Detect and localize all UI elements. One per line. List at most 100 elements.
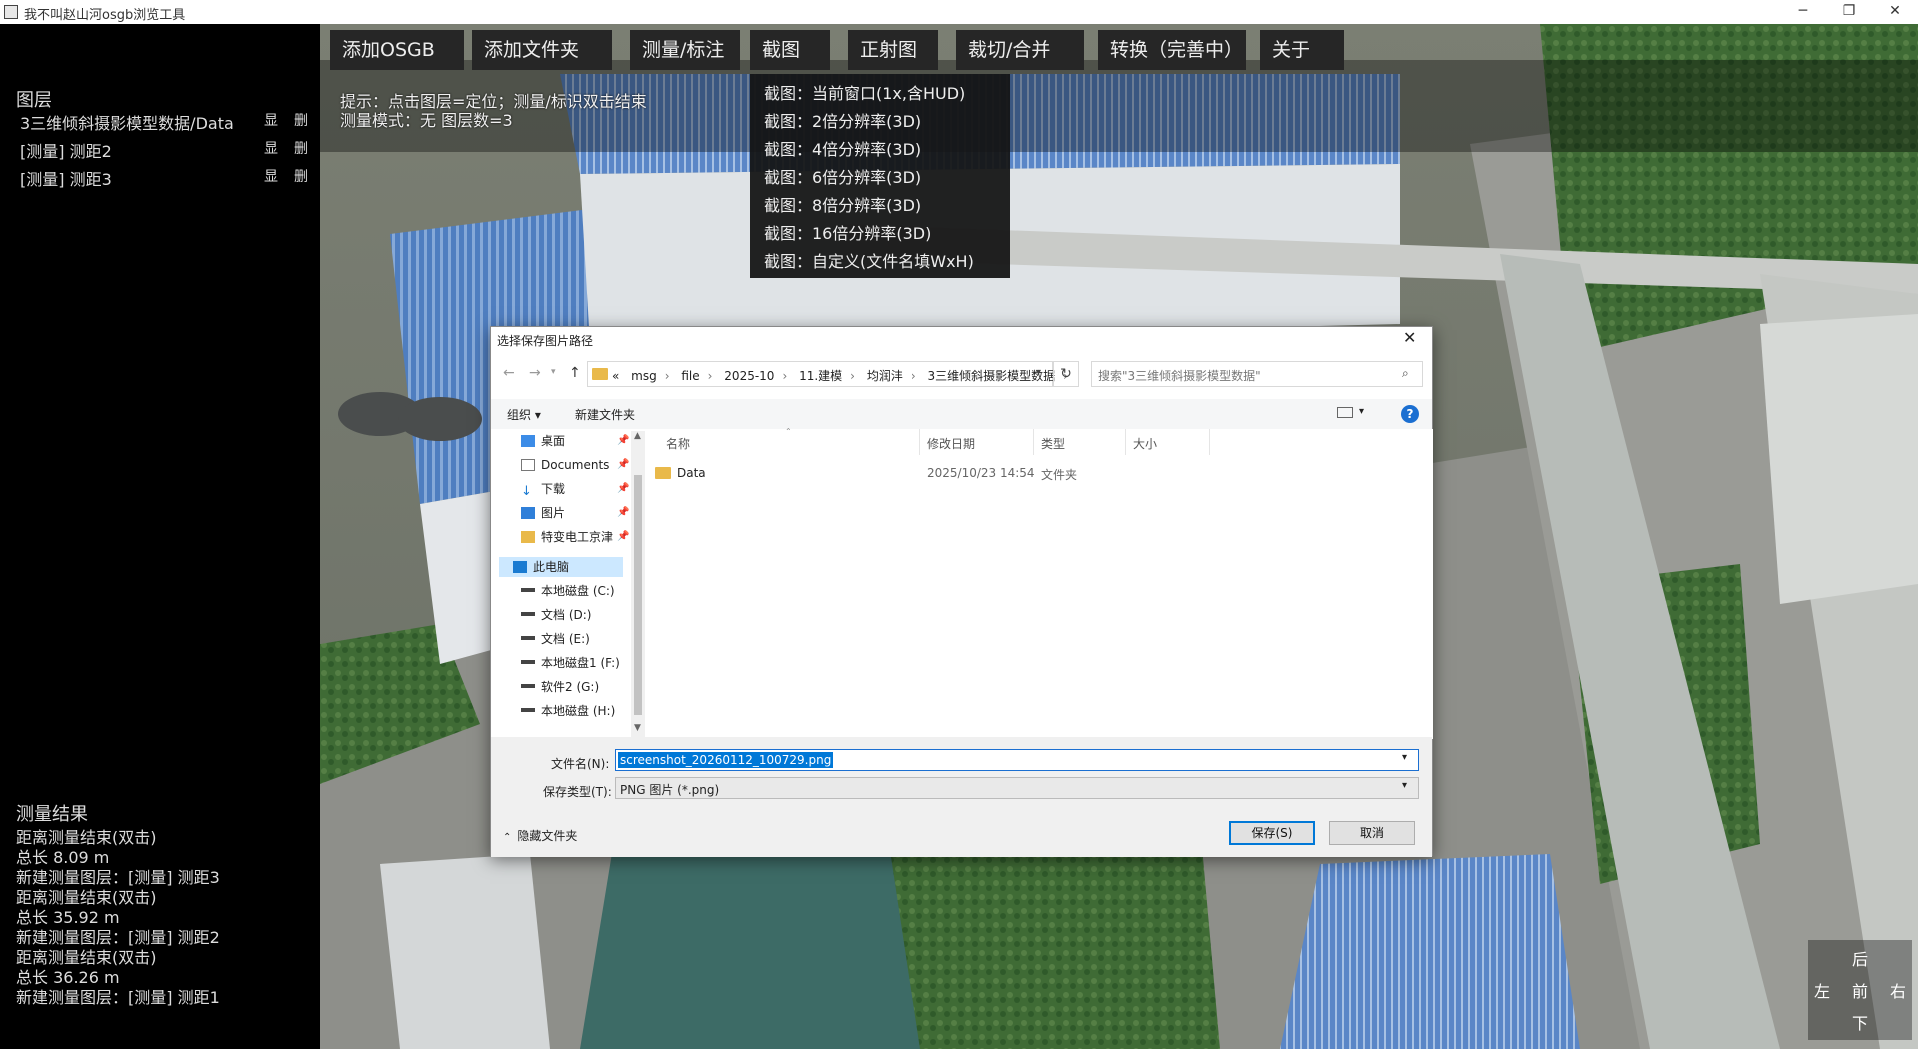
column-header-name[interactable]: 名称 <box>666 435 690 452</box>
menu-item-screenshot-current[interactable]: 截图：当前窗口(1x,含HUD) <box>764 80 965 104</box>
hide-folders-toggle[interactable]: ⌃ 隐藏文件夹 <box>503 827 577 847</box>
nav-item-drive[interactable]: 文档 (E:) <box>521 629 590 649</box>
back-arrow-icon[interactable]: ← <box>503 365 515 381</box>
scroll-down-icon[interactable]: ▼ <box>634 723 641 733</box>
menu-item-screenshot-2x[interactable]: 截图：2倍分辨率(3D) <box>764 108 921 132</box>
compass-down-button[interactable]: 下 <box>1852 1010 1868 1034</box>
cancel-button[interactable]: 取消 <box>1329 821 1415 845</box>
column-header-size[interactable]: 大小 <box>1133 435 1157 452</box>
breadcrumb-item[interactable]: 均润沣 <box>867 369 903 383</box>
breadcrumb-item[interactable]: 2025-10 <box>724 369 774 383</box>
nav-item-drive[interactable]: 本地磁盘1 (F:) <box>521 653 620 673</box>
breadcrumb-overflow[interactable]: « <box>612 369 619 383</box>
menu-add-folder[interactable]: 添加文件夹 <box>472 30 612 70</box>
menu-item-screenshot-4x[interactable]: 截图：4倍分辨率(3D) <box>764 136 921 160</box>
result-line: 新建测量图层：[测量] 测距3 <box>16 868 220 887</box>
filetype-select[interactable]: PNG 图片 (*.png) ▾ <box>615 777 1419 799</box>
menu-screenshot[interactable]: 截图 <box>750 30 830 70</box>
refresh-icon[interactable]: ↻ <box>1053 361 1079 387</box>
forward-arrow-icon[interactable]: → <box>529 365 541 381</box>
recent-dropdown-icon[interactable]: ▾ <box>551 367 556 377</box>
column-separator[interactable] <box>1209 429 1210 455</box>
search-box[interactable]: 搜索"3三维倾斜摄影模型数据" ⌕ <box>1091 361 1423 387</box>
organize-button[interactable]: 组织 ▾ <box>507 406 541 423</box>
address-dropdown-icon[interactable]: ▾ <box>1036 367 1041 378</box>
column-header-date[interactable]: 修改日期 <box>927 435 975 452</box>
layer-name[interactable]: 3三维倾斜摄影模型数据/Data <box>20 110 234 134</box>
address-bar[interactable]: « msg › file › 2025-10 › 11.建模 › 均润沣 › 3三维倾斜摄… <box>587 361 1068 387</box>
minimize-button[interactable]: ─ <box>1780 0 1826 24</box>
folder-icon <box>592 368 608 380</box>
save-button[interactable]: 保存(S) <box>1229 821 1315 845</box>
layer-delete-button[interactable]: 删 <box>294 166 308 186</box>
nav-item-desktop[interactable]: 桌面 📌 <box>521 431 629 451</box>
nav-item-drive[interactable]: 文档 (D:) <box>521 605 591 625</box>
filename-input[interactable]: screenshot_20260112_100729.png ▾ <box>615 749 1419 771</box>
scroll-up-icon[interactable]: ▲ <box>634 431 641 441</box>
download-icon: ↓ <box>521 484 532 499</box>
compass-right-button[interactable]: 右 <box>1890 978 1906 1002</box>
menu-item-screenshot-6x[interactable]: 截图：6倍分辨率(3D) <box>764 164 921 188</box>
result-line: 总长 35.92 m <box>16 908 120 927</box>
menu-item-screenshot-8x[interactable]: 截图：8倍分辨率(3D) <box>764 192 921 216</box>
column-separator[interactable] <box>919 429 920 455</box>
search-placeholder: 搜索"3三维倾斜摄影模型数据" <box>1098 369 1261 383</box>
view-mode-dropdown[interactable]: ▾ <box>1359 406 1364 417</box>
column-header-type[interactable]: 类型 <box>1041 435 1065 452</box>
menu-item-screenshot-custom[interactable]: 截图：自定义(文件名填WxH) <box>764 248 974 272</box>
layer-name[interactable]: [测量] 测距3 <box>20 166 112 190</box>
up-arrow-icon[interactable]: ↑ <box>569 365 581 381</box>
help-icon[interactable]: ? <box>1401 405 1419 423</box>
nav-item-drive[interactable]: 本地磁盘 (H:) <box>521 701 615 721</box>
nav-item-documents[interactable]: Documents 📌 <box>521 455 629 475</box>
screenshot-dropdown-menu: 截图：当前窗口(1x,含HUD) 截图：2倍分辨率(3D) 截图：4倍分辨率(3… <box>750 74 1010 278</box>
breadcrumb-item[interactable]: file <box>681 369 699 383</box>
filename-value[interactable]: screenshot_20260112_100729.png <box>618 752 834 768</box>
dialog-close-button[interactable]: ✕ <box>1403 328 1416 347</box>
nav-item-folder[interactable]: 特变电工京津 📌 <box>521 527 629 547</box>
nav-item-downloads[interactable]: ↓ 下载 📌 <box>521 479 629 499</box>
nav-item-this-pc[interactable]: 此电脑 <box>499 557 623 577</box>
new-folder-button[interactable]: 新建文件夹 <box>575 406 635 423</box>
layer-show-button[interactable]: 显 <box>264 166 278 186</box>
view-mode-icon[interactable] <box>1337 407 1353 418</box>
menu-add-osgb[interactable]: 添加OSGB <box>330 30 464 70</box>
column-separator[interactable] <box>1125 429 1126 455</box>
pin-icon: 📌 <box>617 435 630 446</box>
nav-scrollbar-thumb[interactable] <box>634 475 642 715</box>
nav-item-pictures[interactable]: 图片 📌 <box>521 503 629 523</box>
menu-orthophoto[interactable]: 正射图 <box>848 30 938 70</box>
breadcrumb-item[interactable]: msg <box>631 369 657 383</box>
nav-item-drive[interactable]: 本地磁盘 (C:) <box>521 581 615 601</box>
filetype-label: 保存类型(T): <box>543 785 612 799</box>
layer-row[interactable]: [测量] 测距2 显 删 <box>20 138 310 162</box>
column-separator[interactable] <box>1033 429 1034 455</box>
menu-about[interactable]: 关于 <box>1260 30 1344 70</box>
close-window-button[interactable]: ✕ <box>1872 0 1918 24</box>
file-row[interactable]: Data 2025/10/23 14:54 文件夹 <box>655 463 1215 483</box>
pin-icon: 📌 <box>617 483 630 494</box>
compass-back-button[interactable]: 后 <box>1852 946 1868 970</box>
nav-scrollbar[interactable]: ▲ ▼ <box>631 431 645 737</box>
layer-row[interactable]: [测量] 测距3 显 删 <box>20 166 310 190</box>
menu-convert[interactable]: 转换（完善中） <box>1098 30 1246 70</box>
layer-show-button[interactable]: 显 <box>264 110 278 130</box>
pictures-icon <box>521 507 535 519</box>
pin-icon: 📌 <box>617 507 630 518</box>
compass-front-button[interactable]: 前 <box>1852 978 1868 1002</box>
menu-measure[interactable]: 测量/标注 <box>630 30 740 70</box>
layer-show-button[interactable]: 显 <box>264 138 278 158</box>
compass-left-button[interactable]: 左 <box>1814 978 1830 1002</box>
menu-clip-merge[interactable]: 裁切/合并 <box>956 30 1084 70</box>
breadcrumb-item[interactable]: 11.建模 <box>799 369 842 383</box>
layer-delete-button[interactable]: 删 <box>294 110 308 130</box>
filetype-dropdown-icon[interactable]: ▾ <box>1402 780 1407 791</box>
layer-row[interactable]: 3三维倾斜摄影模型数据/Data 显 删 <box>20 110 310 134</box>
menu-item-screenshot-16x[interactable]: 截图：16倍分辨率(3D) <box>764 220 931 244</box>
maximize-button[interactable]: ❐ <box>1826 0 1872 24</box>
mode-line: 测量模式：无 图层数=3 <box>340 111 513 130</box>
filename-dropdown-icon[interactable]: ▾ <box>1402 752 1407 763</box>
nav-item-drive[interactable]: 软件2 (G:) <box>521 677 599 697</box>
layer-delete-button[interactable]: 删 <box>294 138 308 158</box>
layer-name[interactable]: [测量] 测距2 <box>20 138 112 162</box>
